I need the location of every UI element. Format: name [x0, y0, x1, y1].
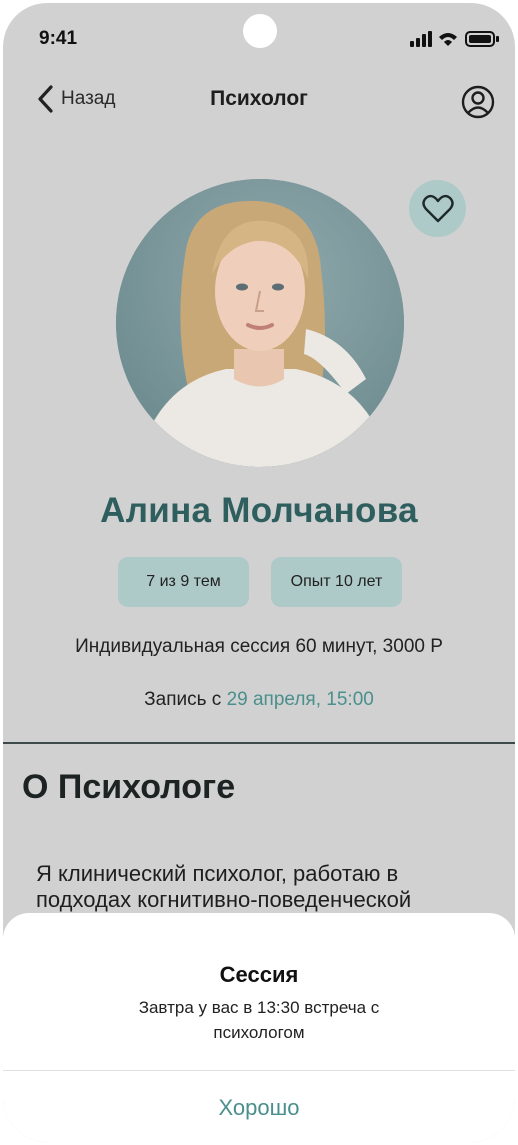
booking-info: Запись с 29 апреля, 15:00 [3, 689, 515, 711]
session-info: Индивидуальная сессия 60 минут, 3000 Р [75, 636, 443, 657]
alert-divider [3, 1070, 515, 1071]
profile-button[interactable] [461, 85, 495, 119]
section-divider [3, 742, 515, 744]
camera-notch [243, 14, 277, 48]
topics-chip: 7 из 9 тем [118, 557, 249, 607]
status-bar: 9:41 [3, 3, 515, 73]
alert-message: Завтра у вас в 13:30 встреча с психолого… [138, 998, 380, 1042]
portrait-image [116, 179, 404, 467]
favorite-button[interactable] [409, 180, 466, 237]
heart-icon [421, 194, 454, 222]
session-alert-sheet: Сессия Завтра у вас в 13:30 встреча с пс… [3, 913, 515, 1142]
psychologist-name: Алина Молчанова [100, 491, 418, 530]
booking-date[interactable]: 29 апреля, 15:00 [227, 689, 374, 710]
status-time: 9:41 [39, 28, 78, 49]
page-title: Психолог [210, 87, 308, 110]
about-text: Я клинический психолог, работаю в подход… [36, 861, 412, 912]
status-icons [410, 29, 500, 49]
alert-title: Сессия [219, 962, 299, 987]
booking-prefix: Запись с [144, 689, 222, 710]
experience-chip: Опыт 10 лет [271, 557, 402, 607]
about-title: О Психологе [22, 768, 236, 806]
phone-screen: 9:41 Назад Психолог Алина Молчанова 7 из… [3, 3, 515, 1142]
user-circle-icon [461, 85, 495, 119]
psychologist-photo [116, 179, 404, 467]
ok-button[interactable]: Хорошо [3, 1095, 515, 1121]
signal-wifi-battery-icon [410, 31, 499, 47]
nav-header: Назад Психолог [3, 73, 515, 133]
